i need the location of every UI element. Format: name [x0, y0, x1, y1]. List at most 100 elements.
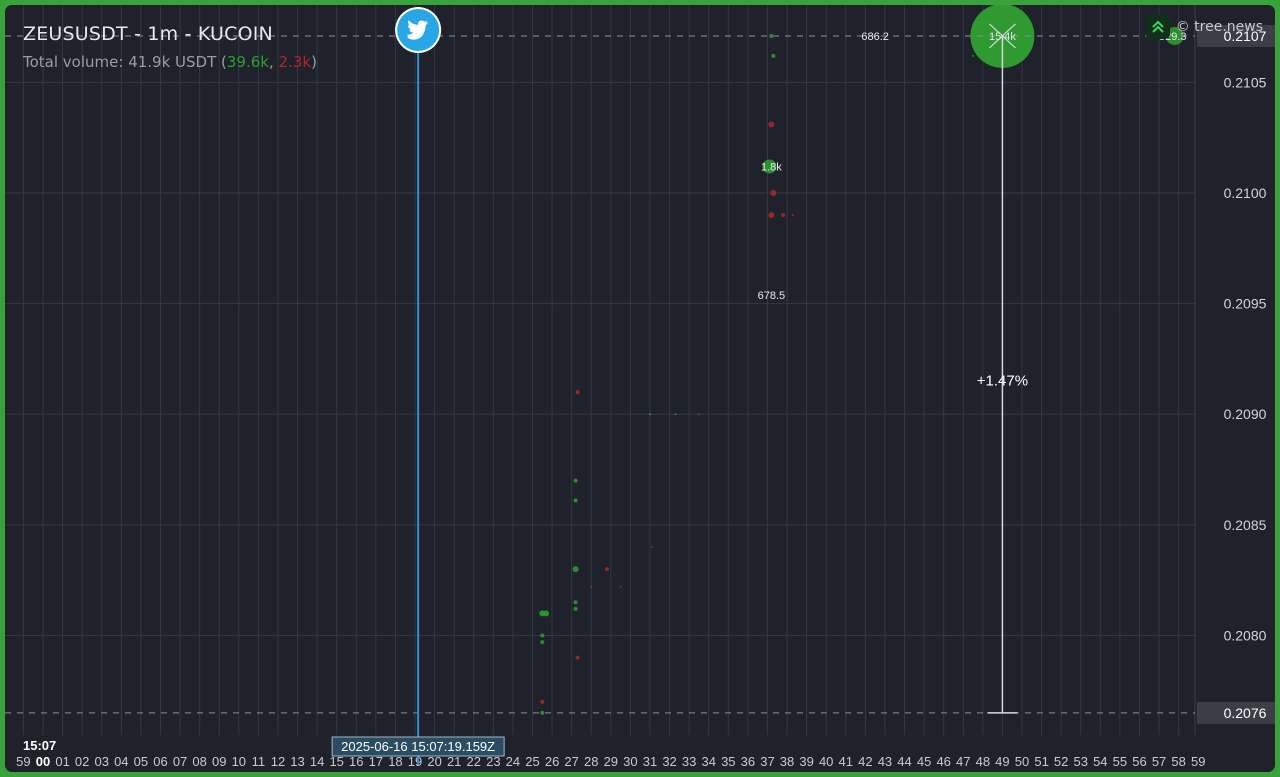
x-tick-label: 38 — [780, 754, 794, 769]
volume-prefix: Total volume: 41.9k USDT ( — [23, 53, 227, 71]
buy-trade-dot — [573, 600, 578, 605]
x-tick-label: 08 — [192, 754, 206, 769]
x-tick-label: 59 — [1191, 754, 1205, 769]
trade-volume-label: 686.2 — [861, 31, 889, 43]
y-tick-label: 0.2105 — [1224, 74, 1267, 90]
sell-trade-dot — [575, 655, 580, 660]
trade-volume-label: 678.5 — [758, 290, 786, 302]
buy-trade-dot — [674, 413, 677, 416]
sell-trade-dot — [540, 699, 545, 704]
x-tick-label: 09 — [212, 754, 226, 769]
x-tick-label: 06 — [153, 754, 167, 769]
buy-trade-dot — [572, 566, 579, 573]
x-tick-label: 54 — [1093, 754, 1107, 769]
trade-volume-label: 1.8k — [761, 161, 782, 173]
event-marker[interactable]: 2025-06-16 15:07:19.159Z — [331, 7, 505, 765]
sell-trade-dot — [619, 585, 622, 588]
buy-trade-dot — [648, 413, 651, 416]
volume-sep: , — [268, 53, 279, 71]
trade-labels-layer: +1.47%1.8k678.515.4k686.2 529.3 — [758, 31, 1187, 389]
x-tick-label: 10 — [232, 754, 246, 769]
x-tick-label: 48 — [976, 754, 990, 769]
y-tick-label: 0.2090 — [1224, 406, 1267, 422]
x-tick-label: 11 — [252, 754, 266, 769]
x-tick-label: 29 — [604, 754, 618, 769]
x-tick-label: 04 — [114, 754, 128, 769]
sell-trade-dot — [770, 190, 777, 197]
trade-volume-label: 15.4k — [989, 31, 1016, 43]
sell-trade-dot — [791, 214, 794, 217]
x-tick-label: 00 — [36, 754, 50, 769]
chart-canvas[interactable]: +1.47%1.8k678.515.4k686.2 529.3 59 00 01 02 0… — [5, 5, 1275, 772]
sell-trade-dot — [768, 212, 775, 219]
sell-trade-dot — [590, 585, 593, 588]
x-tick-label: 47 — [956, 754, 970, 769]
sell-trade-dot — [768, 121, 775, 128]
x-tick-label: 33 — [682, 754, 696, 769]
brand-text: © tree.news — [1175, 19, 1263, 35]
y-tick-label: 0.2100 — [1224, 185, 1267, 201]
x-tick-label: 01 — [55, 754, 69, 769]
x-tick-label: 40 — [819, 754, 833, 769]
x-tick-label: 51 — [1034, 754, 1048, 769]
x-tick-label: 39 — [799, 754, 813, 769]
x-tick-label: 25 — [525, 754, 539, 769]
change-measure-label: +1.47% — [977, 372, 1028, 389]
axes-layer: 59 00 01 02 03 04 05 06 07 08 09 10 11 12 13 14 15 16 17 18… — [16, 24, 1275, 769]
x-tick-label: 31 — [643, 754, 657, 769]
x-tick-label: 45 — [917, 754, 931, 769]
x-tick-label: 53 — [1074, 754, 1088, 769]
x-tick-label: 34 — [701, 754, 715, 769]
chart-panel: +1.47% 1.8k 678.5 15.4k 686.2 529.3 59 00 01 02 0… — [5, 5, 1275, 772]
trade-dots-layer — [539, 5, 1184, 715]
sell-trade-dot — [575, 390, 580, 395]
sell-trade-dot — [650, 545, 653, 548]
buy-trade-dot — [540, 633, 545, 638]
volume-buy: 39.6k — [226, 53, 269, 71]
sell-trade-dot — [697, 413, 700, 416]
tree-news-logo-icon — [1145, 15, 1170, 39]
buy-trade-dot — [769, 33, 774, 38]
buy-trade-dot — [543, 610, 550, 617]
x-tick-label: 36 — [741, 754, 755, 769]
x-tick-label: 32 — [662, 754, 676, 769]
x-tick-label: 24 — [506, 754, 520, 769]
x-tick-label: 43 — [878, 754, 892, 769]
sell-trade-dot — [781, 213, 786, 218]
y-tick-label: 0.2085 — [1224, 517, 1267, 533]
y-tick-label: 0.2095 — [1224, 296, 1267, 312]
x-tick-label: 13 — [290, 754, 304, 769]
buy-trade-dot — [573, 498, 578, 503]
buy-trade-dot — [540, 640, 545, 645]
y-tick-label: 0.2080 — [1224, 627, 1267, 643]
x-tick-label: 35 — [721, 754, 735, 769]
hour-label: 15:07 — [23, 738, 56, 753]
x-tick-label: 03 — [95, 754, 109, 769]
x-tick-label: 58 — [1171, 754, 1185, 769]
x-tick-label: 52 — [1054, 754, 1068, 769]
price-marker-label: 0.2076 — [1224, 705, 1267, 721]
x-tick-label: 56 — [1132, 754, 1146, 769]
x-tick-label: 42 — [858, 754, 872, 769]
sell-trade-dot — [604, 567, 609, 572]
buy-trade-dot — [573, 478, 578, 483]
x-tick-label: 27 — [564, 754, 578, 769]
x-tick-label: 28 — [584, 754, 598, 769]
grid-layer — [5, 5, 1196, 735]
x-tick-label: 37 — [760, 754, 774, 769]
event-time-label: 2025-06-16 15:07:19.159Z — [341, 739, 495, 754]
x-tick-label: 50 — [1015, 754, 1029, 769]
brand-watermark[interactable]: © tree.news — [1145, 15, 1263, 39]
x-tick-label: 44 — [897, 754, 911, 769]
x-tick-label: 59 — [16, 754, 30, 769]
x-tick-label: 07 — [173, 754, 187, 769]
x-tick-label: 14 — [310, 754, 324, 769]
buy-trade-dot — [972, 54, 975, 57]
buy-trade-dot — [573, 606, 578, 611]
x-tick-label: 41 — [839, 754, 853, 769]
x-tick-label: 57 — [1152, 754, 1166, 769]
x-tick-label: 12 — [271, 754, 285, 769]
volume-suffix: ) — [311, 53, 317, 71]
x-tick-label: 05 — [134, 754, 148, 769]
x-tick-label: 26 — [545, 754, 559, 769]
